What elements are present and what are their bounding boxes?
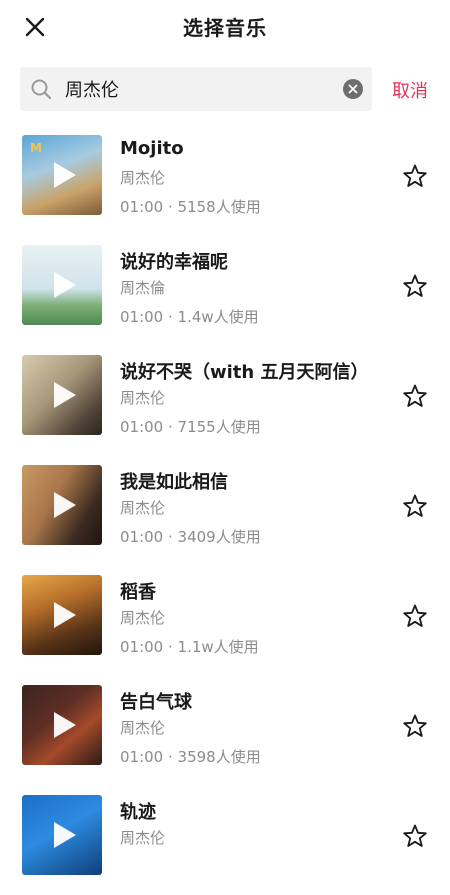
song-artist: 周杰伦 — [120, 499, 166, 517]
song-title: 说好的幸福呢 — [120, 252, 228, 273]
list-item[interactable]: M Mojito 周杰伦 01:00 · 5158人使用 — [0, 125, 450, 235]
play-icon — [54, 162, 76, 188]
list-item[interactable]: 说好不哭（with 五月天阿信） 周杰伦 01:00 · 7155人使用 — [0, 345, 450, 455]
song-title: 轨迹 — [120, 802, 156, 823]
song-title: 说好不哭（with 五月天阿信） — [120, 362, 369, 383]
star-icon[interactable] — [402, 603, 428, 629]
list-item[interactable]: 说好的幸福呢 周杰倫 01:00 · 1.4w人使用 — [0, 235, 450, 345]
album-cover[interactable] — [22, 795, 102, 875]
song-artist: 周杰伦 — [120, 169, 166, 187]
clear-button[interactable] — [343, 79, 363, 99]
play-icon — [54, 272, 76, 298]
search-row: 取消 — [0, 67, 450, 111]
album-art-text: M — [30, 141, 42, 155]
page-title: 选择音乐 — [183, 16, 267, 40]
cancel-button[interactable]: 取消 — [392, 77, 428, 103]
play-icon — [54, 712, 76, 738]
song-list: M Mojito 周杰伦 01:00 · 5158人使用 说好的幸福呢 周杰倫 … — [0, 125, 450, 895]
album-cover[interactable] — [22, 465, 102, 545]
album-cover[interactable] — [22, 355, 102, 435]
star-icon[interactable] — [402, 273, 428, 299]
song-title: 稻香 — [120, 582, 156, 603]
song-artist: 周杰伦 — [120, 389, 166, 407]
list-item[interactable]: 稻香 周杰伦 01:00 · 1.1w人使用 — [0, 565, 450, 675]
star-icon[interactable] — [402, 493, 428, 519]
song-artist: 周杰伦 — [120, 829, 166, 847]
song-artist: 周杰伦 — [120, 719, 166, 737]
play-icon — [54, 822, 76, 848]
album-cover[interactable]: M — [22, 135, 102, 215]
song-title: 告白气球 — [120, 692, 192, 713]
star-icon[interactable] — [402, 383, 428, 409]
song-meta: 01:00 · 3598人使用 — [120, 748, 261, 766]
album-cover[interactable] — [22, 245, 102, 325]
song-meta: 01:00 · 5158人使用 — [120, 198, 261, 216]
star-icon[interactable] — [402, 163, 428, 189]
play-icon — [54, 382, 76, 408]
album-cover[interactable] — [22, 685, 102, 765]
star-icon[interactable] — [402, 713, 428, 739]
song-artist: 周杰倫 — [120, 279, 166, 297]
song-meta: 01:00 · 1.1w人使用 — [120, 638, 259, 656]
song-meta: 01:00 · 3409人使用 — [120, 528, 261, 546]
album-cover[interactable] — [22, 575, 102, 655]
song-title: Mojito — [120, 138, 184, 159]
play-icon — [54, 492, 76, 518]
play-icon — [54, 602, 76, 628]
list-item[interactable]: 轨迹 周杰伦 — [0, 785, 450, 895]
song-meta: 01:00 · 1.4w人使用 — [120, 308, 259, 326]
search-input[interactable] — [65, 67, 335, 111]
song-meta: 01:00 · 7155人使用 — [120, 418, 261, 436]
clear-icon — [348, 84, 358, 94]
list-item[interactable]: 告白气球 周杰伦 01:00 · 3598人使用 — [0, 675, 450, 785]
search-icon — [31, 79, 52, 100]
list-item[interactable]: 我是如此相信 周杰伦 01:00 · 3409人使用 — [0, 455, 450, 565]
song-artist: 周杰伦 — [120, 609, 166, 627]
star-icon[interactable] — [402, 823, 428, 849]
song-title: 我是如此相信 — [120, 472, 228, 493]
header: 选择音乐 — [0, 0, 450, 56]
search-box[interactable] — [20, 67, 372, 111]
